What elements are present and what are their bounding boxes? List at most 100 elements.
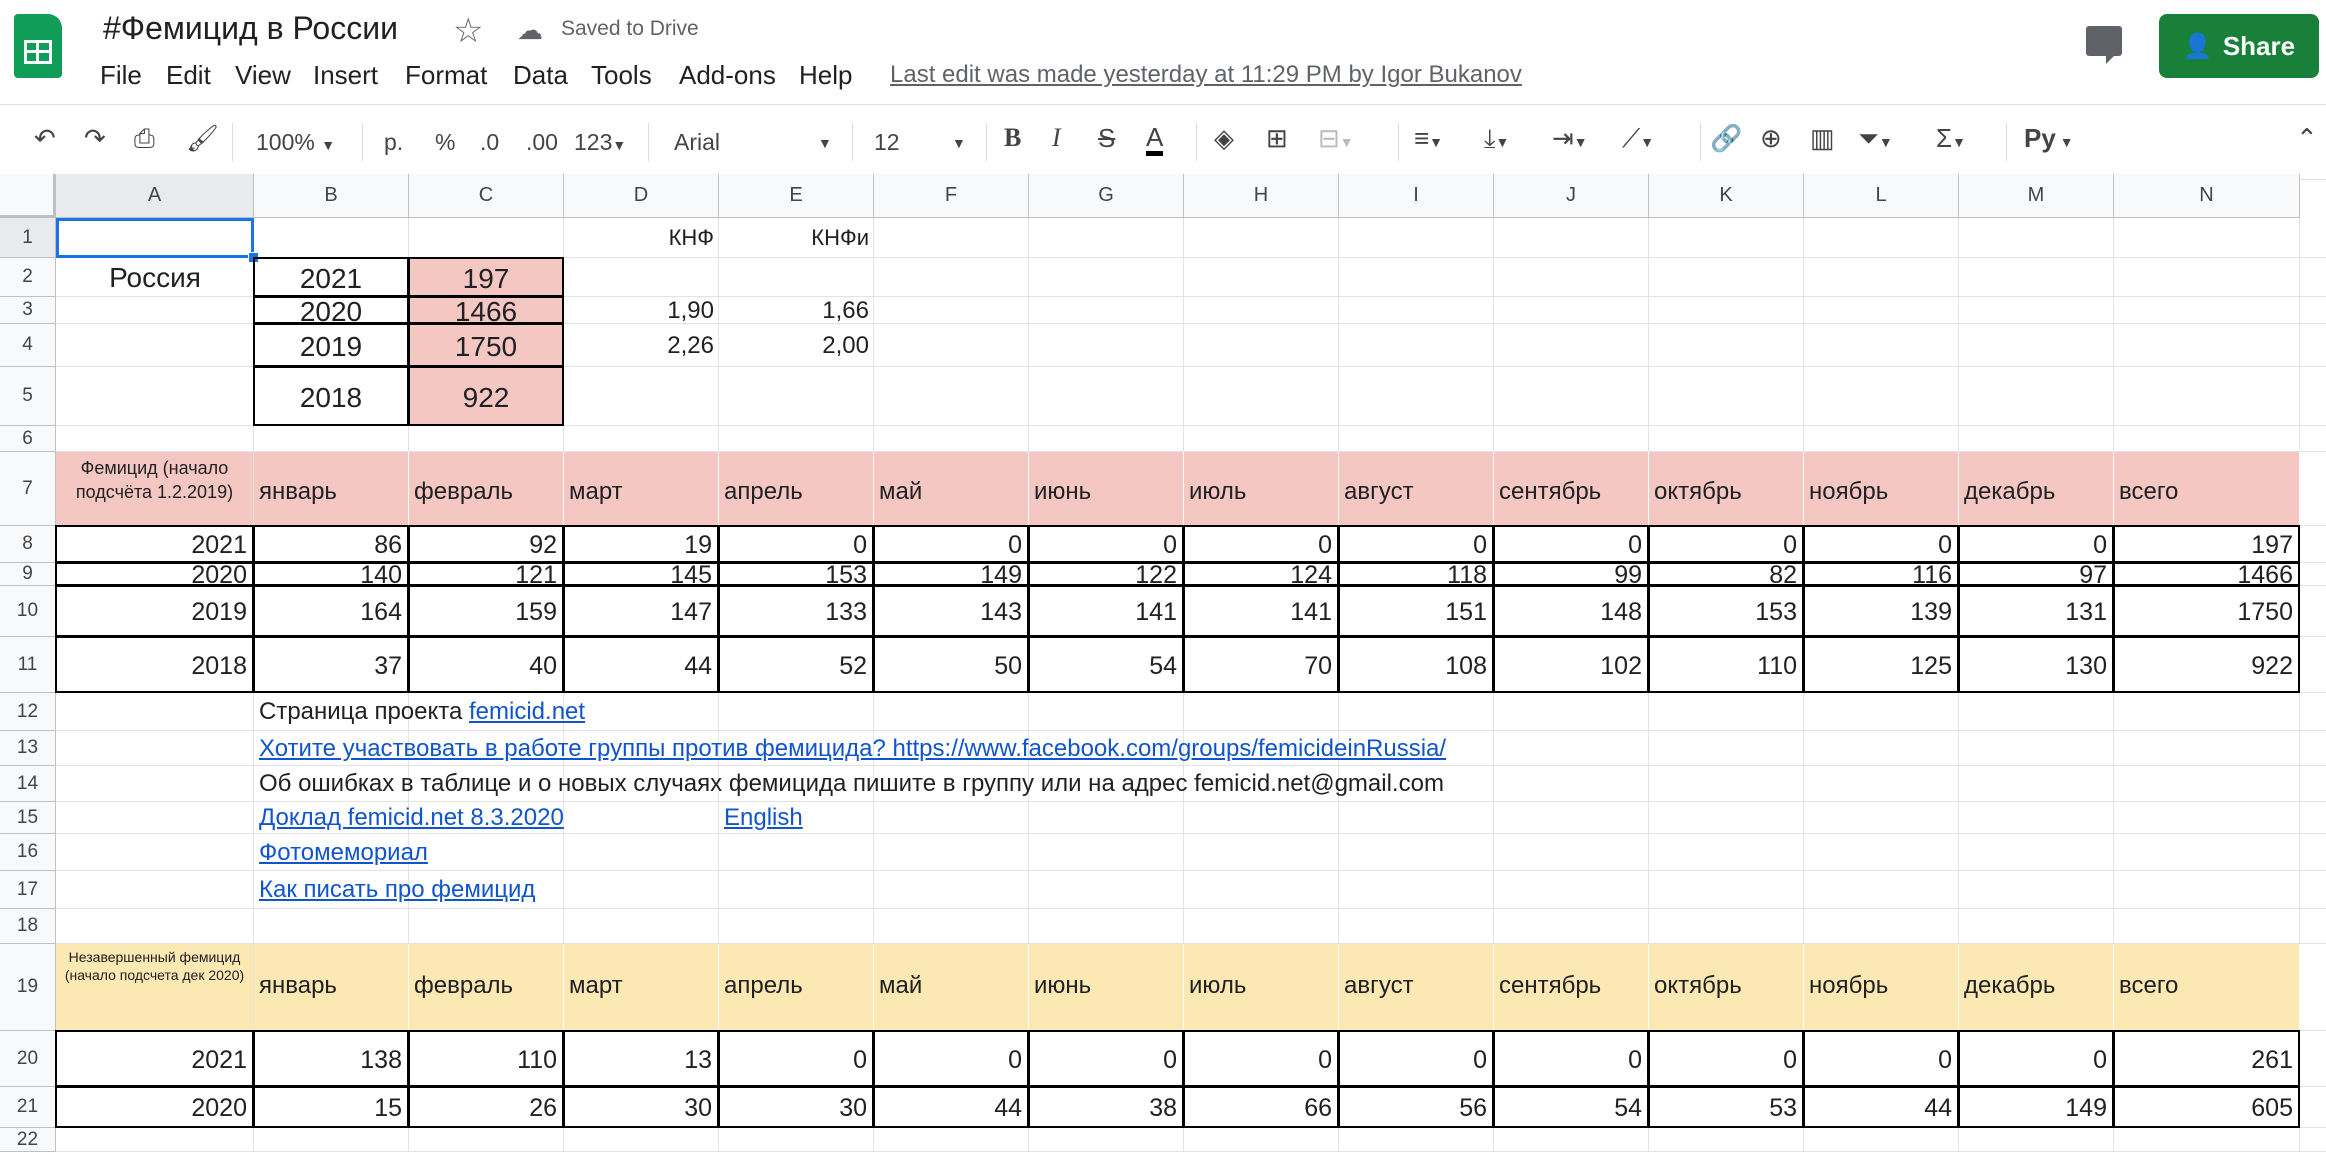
project-link[interactable]: femicid.net (469, 698, 585, 725)
column-header-K[interactable]: K (1649, 174, 1804, 218)
femicide-value[interactable]: 40 (408, 636, 564, 693)
femicide-value[interactable]: 140 (253, 562, 409, 588)
menu-tools[interactable]: Tools (591, 60, 652, 91)
attempted-month-header[interactable]: всего (2114, 944, 2300, 1031)
femicide-month-header[interactable]: октябрь (1649, 452, 1804, 526)
femicide-month-header[interactable]: сентябрь (1494, 452, 1649, 526)
femicide-month-header[interactable]: июнь (1029, 452, 1184, 526)
attempted-value[interactable]: 0 (873, 1030, 1029, 1087)
femicide-value[interactable]: 197 (2113, 525, 2300, 563)
text-rotation-icon[interactable]: ⟋▼ (1622, 123, 1654, 155)
attempted-month-header[interactable]: июль (1184, 944, 1339, 1031)
femicide-value[interactable]: 97 (1958, 562, 2114, 588)
femicide-value[interactable]: 141 (1028, 585, 1184, 637)
femicide-value[interactable]: 116 (1803, 562, 1959, 588)
attempted-month-header[interactable]: апрель (719, 944, 874, 1031)
summary-total[interactable]: 197 (408, 257, 564, 297)
row-header-14[interactable]: 14 (0, 766, 56, 802)
attempted-month-header[interactable]: март (564, 944, 719, 1031)
femicide-value[interactable]: 164 (253, 585, 409, 637)
paint-format-icon[interactable]: 🖌 (186, 123, 219, 154)
summary-total[interactable]: 922 (408, 366, 564, 426)
english-link[interactable]: English (719, 802, 874, 834)
column-header-M[interactable]: M (1959, 174, 2114, 218)
undo-icon[interactable]: ↶ (34, 123, 56, 154)
femicide-month-header[interactable]: апрель (719, 452, 874, 526)
menu-help[interactable]: Help (799, 60, 852, 91)
attempted-value[interactable]: 44 (873, 1086, 1029, 1128)
attempted-value[interactable]: 0 (1958, 1030, 2114, 1087)
row-header-16[interactable]: 16 (0, 834, 56, 871)
femicide-value[interactable]: 922 (2113, 636, 2300, 693)
last-edit-link[interactable]: Last edit was made yesterday at 11:29 PM… (890, 61, 1522, 89)
country-label[interactable]: Россия (56, 258, 254, 297)
column-header-F[interactable]: F (874, 174, 1029, 218)
femicide-value[interactable]: 54 (1028, 636, 1184, 693)
column-header-L[interactable]: L (1804, 174, 1959, 218)
column-header-G[interactable]: G (1029, 174, 1184, 218)
attempted-value[interactable]: 56 (1338, 1086, 1494, 1128)
text-wrapping-icon[interactable]: ⇥▼ (1552, 123, 1588, 154)
femicide-value[interactable]: 0 (1028, 525, 1184, 563)
attempted-value[interactable]: 0 (1803, 1030, 1959, 1087)
merge-cells-icon[interactable]: ⊟▼ (1318, 123, 1354, 154)
femicide-value[interactable]: 86 (253, 525, 409, 563)
femicide-year[interactable]: 2018 (55, 636, 254, 693)
knf-header[interactable]: КНФ (564, 218, 719, 258)
report-link[interactable]: Доклад femicid.net 8.3.2020 (254, 802, 564, 834)
femicide-month-header[interactable]: май (874, 452, 1029, 526)
menu-addons[interactable]: Add-ons (679, 60, 776, 91)
attempted-value[interactable]: 15 (253, 1086, 409, 1128)
column-header-H[interactable]: H (1184, 174, 1339, 218)
attempted-value[interactable]: 0 (1493, 1030, 1649, 1087)
row-header-21[interactable]: 21 (0, 1087, 56, 1128)
summary-year[interactable]: 2020 (253, 296, 409, 326)
column-header-C[interactable]: C (409, 174, 564, 218)
femicide-value[interactable]: 131 (1958, 585, 2114, 637)
femicide-value[interactable]: 110 (1648, 636, 1804, 693)
row-header-19[interactable]: 19 (0, 944, 56, 1031)
strikethrough-icon[interactable]: S (1098, 123, 1115, 154)
increase-decimal-button[interactable]: .00 (526, 129, 558, 156)
femicide-value[interactable]: 1466 (2113, 562, 2300, 588)
horizontal-align-icon[interactable]: ≡▼ (1414, 123, 1443, 154)
femicide-value[interactable]: 0 (1803, 525, 1959, 563)
knfi-value[interactable]: 1,66 (719, 297, 874, 324)
femicide-value[interactable]: 82 (1648, 562, 1804, 588)
column-header-D[interactable]: D (564, 174, 719, 218)
femicide-year[interactable]: 2021 (55, 525, 254, 563)
femicide-value[interactable]: 0 (1493, 525, 1649, 563)
row-header-4[interactable]: 4 (0, 324, 56, 367)
femicide-month-header[interactable]: всего (2114, 452, 2300, 526)
attempted-value[interactable]: 0 (1183, 1030, 1339, 1087)
attempted-year[interactable]: 2021 (55, 1030, 254, 1087)
attempted-month-header[interactable]: сентябрь (1494, 944, 1649, 1031)
attempted-value[interactable]: 0 (1648, 1030, 1804, 1087)
femicide-month-header[interactable]: февраль (409, 452, 564, 526)
insert-comment-icon[interactable]: ⊕ (1760, 123, 1782, 154)
femicide-value[interactable]: 37 (253, 636, 409, 693)
femicide-value[interactable]: 0 (1958, 525, 2114, 563)
menu-view[interactable]: View (235, 60, 291, 91)
attempted-month-header[interactable]: август (1339, 944, 1494, 1031)
femicide-value[interactable]: 44 (563, 636, 719, 693)
row-header-1[interactable]: 1 (0, 218, 56, 258)
row-header-6[interactable]: 6 (0, 426, 56, 452)
attempted-value[interactable]: 0 (1338, 1030, 1494, 1087)
zoom-select[interactable]: 100% ▼ (256, 129, 335, 156)
femicide-value[interactable]: 122 (1028, 562, 1184, 588)
summary-year[interactable]: 2021 (253, 257, 409, 297)
row-header-8[interactable]: 8 (0, 526, 56, 563)
attempted-month-header[interactable]: декабрь (1959, 944, 2114, 1031)
row-header-13[interactable]: 13 (0, 731, 56, 766)
attempted-value[interactable]: 261 (2113, 1030, 2300, 1087)
row-header-12[interactable]: 12 (0, 693, 56, 731)
femicide-value[interactable]: 52 (718, 636, 874, 693)
input-tools-button[interactable]: Рy ▼ (2024, 123, 2074, 154)
femicide-value[interactable]: 151 (1338, 585, 1494, 637)
femicide-value[interactable]: 133 (718, 585, 874, 637)
attempted-value[interactable]: 66 (1183, 1086, 1339, 1128)
femicide-value[interactable]: 149 (873, 562, 1029, 588)
femicide-table-title[interactable]: Фемицид (начало подсчёта 1.2.2019) (56, 452, 254, 526)
currency-format-button[interactable]: р. (384, 129, 403, 156)
